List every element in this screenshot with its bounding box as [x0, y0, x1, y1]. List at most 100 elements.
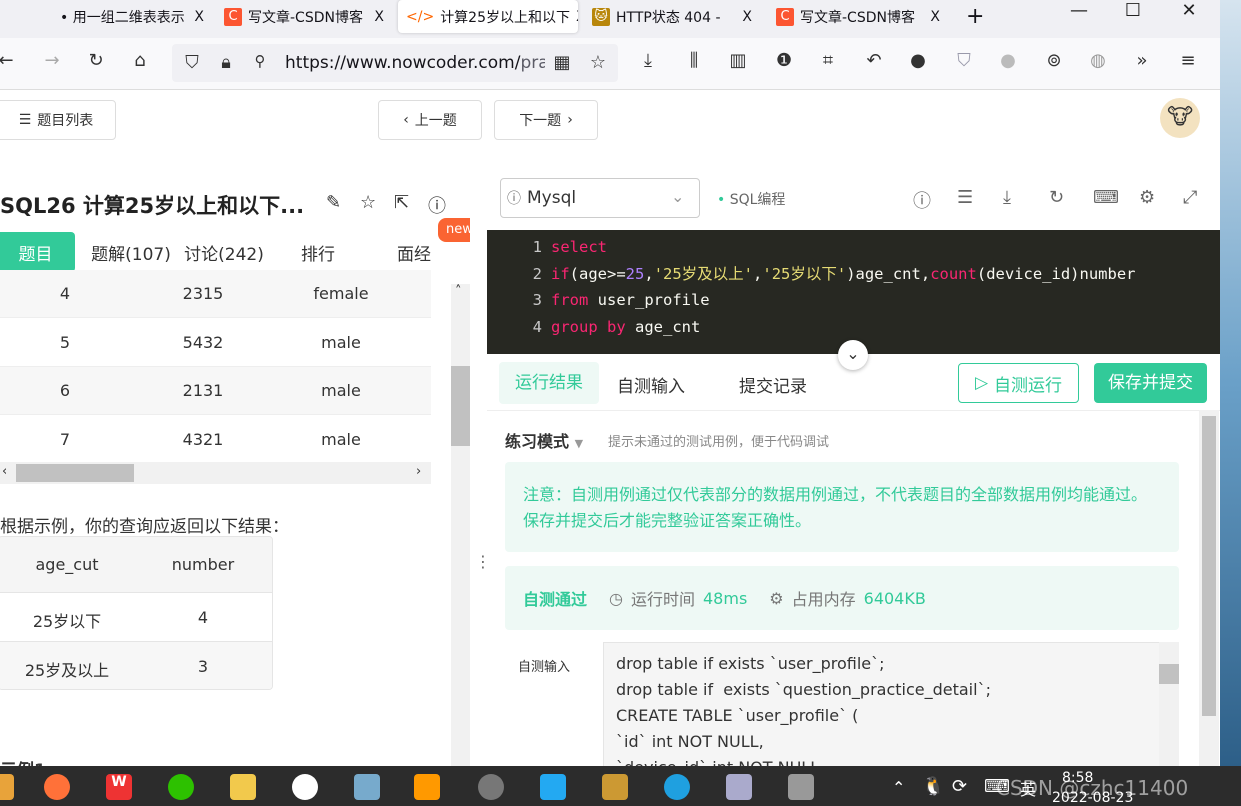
table-cell: 2315: [182, 284, 224, 303]
app-icon[interactable]: [0, 774, 14, 800]
shield-extension-icon[interactable]: ⛉: [952, 50, 976, 71]
color-extension-icon[interactable]: ●: [906, 50, 930, 71]
close-tab-icon[interactable]: X: [576, 9, 578, 25]
library-icon[interactable]: ⫼: [682, 50, 706, 71]
tab-interviews[interactable]: 面经: [386, 232, 442, 272]
minimize-button[interactable]: —: [1054, 0, 1104, 24]
edge-icon[interactable]: [664, 774, 690, 800]
tools-icon[interactable]: [602, 774, 628, 800]
browser-tab[interactable]: C 写文章-CSDN博客 X: [216, 0, 392, 33]
sidebar-icon[interactable]: ▥: [726, 50, 750, 71]
sync-icon[interactable]: ⟳: [952, 776, 967, 797]
app-icon[interactable]: [292, 774, 318, 800]
qq-icon[interactable]: 🐧: [922, 776, 944, 797]
scrollbar-thumb[interactable]: [451, 366, 470, 446]
undo-icon[interactable]: ↶: [862, 50, 886, 71]
app-icon[interactable]: [788, 774, 814, 800]
show-hidden-icons[interactable]: ⌃: [892, 778, 905, 797]
video-player-icon[interactable]: [414, 774, 440, 800]
qr-code-icon[interactable]: ▦: [550, 52, 574, 73]
extension-1-icon[interactable]: ❶: [772, 50, 796, 71]
overflow-icon[interactable]: »: [1130, 50, 1154, 71]
info-icon[interactable]: ⓘ: [428, 192, 446, 218]
vscode-icon[interactable]: [540, 774, 566, 800]
custom-input-textarea[interactable]: drop table if exists `user_profile`; drop…: [603, 642, 1179, 766]
tab-problem[interactable]: 题目: [0, 232, 75, 272]
edit-icon[interactable]: ✎: [326, 192, 341, 213]
collapse-editor-button[interactable]: ⌄: [838, 340, 868, 370]
crop-icon[interactable]: ⌗: [816, 50, 840, 71]
save-submit-button[interactable]: 保存并提交: [1094, 363, 1207, 403]
home-icon[interactable]: ⌂: [128, 50, 152, 71]
permissions-icon[interactable]: ⚲: [248, 52, 272, 70]
fullscreen-icon[interactable]: ⤢: [1183, 187, 1197, 208]
line-number: 3: [532, 291, 542, 309]
close-tab-icon[interactable]: X: [742, 9, 752, 25]
lock-icon[interactable]: 🔒︎: [214, 52, 238, 73]
close-tab-icon[interactable]: X: [930, 9, 940, 25]
settings-icon[interactable]: ⚙: [1139, 187, 1155, 208]
maximize-button[interactable]: ☐: [1108, 0, 1158, 24]
scrollbar-thumb[interactable]: [16, 464, 134, 482]
scroll-right-icon[interactable]: ›: [416, 464, 421, 479]
url-bar[interactable]: ⛉ 🔒︎ ⚲ https://www.nowcoder.com/practice…: [172, 44, 618, 82]
wps-icon[interactable]: W: [106, 774, 132, 800]
tab-custom-input[interactable]: 自测输入: [617, 372, 685, 397]
list-icon[interactable]: ☰: [957, 187, 973, 208]
keyboard-icon[interactable]: ⌨: [1093, 187, 1119, 208]
tab-solutions[interactable]: 题解(107): [88, 232, 174, 272]
input-scrollbar[interactable]: [1159, 642, 1179, 766]
help-icon[interactable]: ⓘ: [913, 187, 931, 213]
horizontal-scrollbar[interactable]: ‹ ›: [0, 462, 431, 484]
bookmark-star-icon[interactable]: ☆: [586, 52, 610, 73]
results-scrollbar[interactable]: [1199, 410, 1219, 766]
back-icon[interactable]: ←: [0, 50, 18, 71]
globe-icon[interactable]: ◍: [1086, 50, 1110, 71]
download-icon[interactable]: ⤓: [1003, 187, 1011, 208]
close-window-button[interactable]: ✕: [1164, 0, 1214, 24]
vertical-scrollbar[interactable]: ˄: [451, 284, 470, 766]
reset-icon[interactable]: ↻: [1049, 187, 1064, 208]
share-icon[interactable]: ⇱: [394, 192, 409, 213]
firefox-icon[interactable]: [44, 774, 70, 800]
next-problem-button[interactable]: 下一题 ›: [494, 100, 598, 140]
reload-icon[interactable]: ↻: [84, 50, 108, 71]
tab-run-results[interactable]: 运行结果: [499, 362, 599, 404]
new-tab-button[interactable]: +: [958, 0, 992, 33]
practice-mode-select[interactable]: 练习模式 ▼: [505, 428, 583, 452]
star-icon[interactable]: ☆: [360, 192, 376, 213]
prev-problem-button[interactable]: ‹ 上一题: [378, 100, 482, 140]
browser-tab[interactable]: 🐱 HTTP状态 404 -X: [584, 0, 760, 33]
scroll-up-icon[interactable]: ˄: [455, 284, 462, 299]
extension-icon[interactable]: ●: [996, 50, 1020, 71]
browser-tab[interactable]: • 用一组二维表表示 X: [52, 0, 212, 33]
scroll-left-icon[interactable]: ‹: [2, 464, 7, 479]
language-select[interactable]: ⓘ Mysql ⌄: [500, 178, 700, 218]
download-icon[interactable]: ⤓: [636, 50, 660, 71]
link-extension-icon[interactable]: ⊚: [1042, 50, 1066, 71]
browser-tab-active[interactable]: </>计算25岁以上和以下X: [398, 0, 578, 33]
notebook-icon[interactable]: [354, 774, 380, 800]
problem-list-button[interactable]: ☰ 题目列表: [0, 100, 116, 140]
table-row: 4 2315 female: [0, 270, 431, 318]
tab-submissions[interactable]: 提交记录: [739, 372, 807, 397]
menu-icon[interactable]: ≡: [1176, 50, 1200, 71]
self-test-run-button[interactable]: ▷ 自测运行: [958, 363, 1079, 403]
settings-app-icon[interactable]: [478, 774, 504, 800]
url-text[interactable]: https://www.nowcoder.com/practice: [285, 53, 545, 73]
example-heading: 示例1: [0, 756, 46, 766]
avatar[interactable]: 🐮: [1160, 98, 1200, 138]
close-tab-icon[interactable]: X: [194, 9, 204, 25]
tab-ranking[interactable]: 排行: [290, 232, 346, 272]
code-line: 4 group by age_cnt: [487, 314, 701, 340]
tab-discussion[interactable]: 讨论(242): [182, 232, 266, 272]
code-editor[interactable]: 1 select 2 if(age>=25,'25岁及以上','25岁以下')age_…: [487, 230, 1220, 354]
panel-resizer[interactable]: ⋮: [470, 152, 491, 766]
forward-icon[interactable]: →: [40, 50, 64, 71]
wechat-icon[interactable]: [168, 774, 194, 800]
shield-icon[interactable]: ⛉: [180, 52, 204, 73]
close-tab-icon[interactable]: X: [374, 9, 384, 25]
browser-tab[interactable]: C 写文章-CSDN博客 X: [768, 0, 948, 33]
file-explorer-icon[interactable]: [230, 774, 256, 800]
monitor-icon[interactable]: [726, 774, 752, 800]
